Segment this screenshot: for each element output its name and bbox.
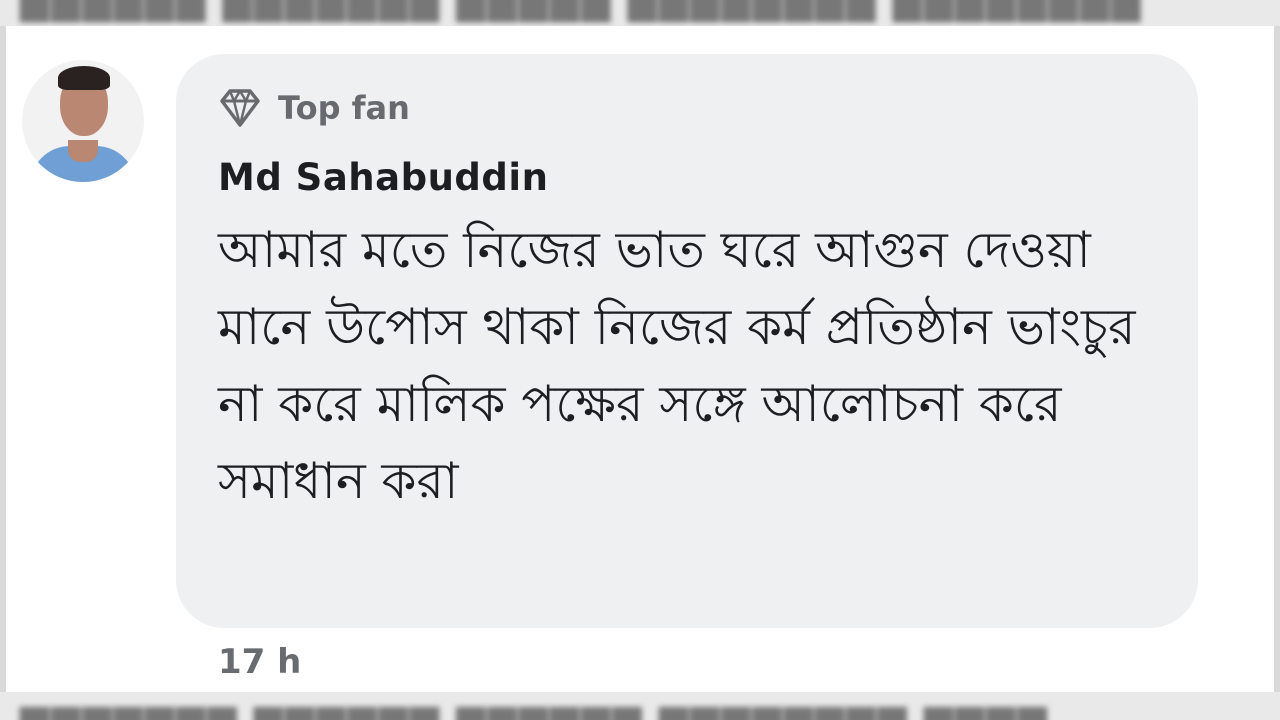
background-blur-text-bottom: ▆▆▆▆▆▆▆ ▆▆▆▆▆▆ ▆▆▆▆▆▆ ▆▆▆▆▆▆▆▆ ▆▆▆▆ [20, 696, 1049, 720]
right-edge [1274, 26, 1280, 692]
background-strip-top: ▆▆▆▆▆▆ ▆▆▆▆▆▆▆ ▆▆▆▆▆ ▆▆▆▆▆▆▆▆ ▆▆▆▆▆▆▆▆ [0, 0, 1280, 26]
screenshot-frame: ▆▆▆▆▆▆ ▆▆▆▆▆▆▆ ▆▆▆▆▆ ▆▆▆▆▆▆▆▆ ▆▆▆▆▆▆▆▆ T… [0, 0, 1280, 720]
avatar[interactable] [22, 60, 144, 182]
diamond-icon [218, 88, 262, 128]
comment-timestamp[interactable]: 17 h [218, 642, 301, 682]
badge-label: Top fan [278, 89, 410, 127]
left-edge [0, 26, 6, 692]
avatar-hair [58, 66, 110, 90]
background-strip-bottom: ▆▆▆▆▆▆▆ ▆▆▆▆▆▆ ▆▆▆▆▆▆ ▆▆▆▆▆▆▆▆ ▆▆▆▆ [0, 692, 1280, 720]
top-fan-badge[interactable]: Top fan [218, 86, 410, 130]
comment-text: আমার মতে নিজের ভাত ঘরে আগুন দেওয়া মানে … [218, 221, 1136, 510]
author-name[interactable]: Md Sahabuddin [218, 156, 548, 199]
avatar-neck [68, 140, 98, 162]
background-blur-text: ▆▆▆▆▆▆ ▆▆▆▆▆▆▆ ▆▆▆▆▆ ▆▆▆▆▆▆▆▆ ▆▆▆▆▆▆▆▆ [20, 0, 1143, 22]
